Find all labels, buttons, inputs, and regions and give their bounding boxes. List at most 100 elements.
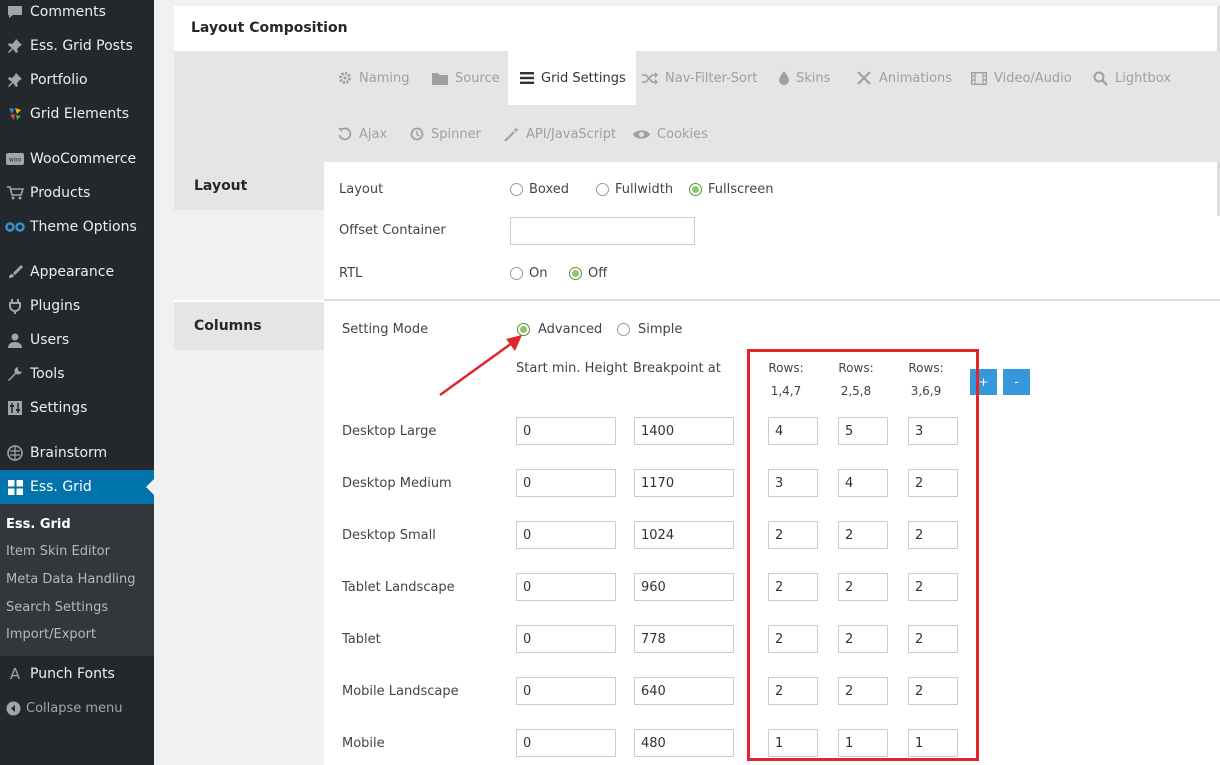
rows-2-5-8-input[interactable] [838,417,888,445]
radio-fullwidth[interactable]: Fullwidth [596,182,673,197]
menu-tools[interactable]: Tools [0,357,154,391]
search-icon [1093,71,1108,86]
min-height-input[interactable] [516,729,616,757]
menu-grid-elements[interactable]: Grid Elements [0,97,154,131]
tab-label: Spinner [431,126,481,142]
radio-circle[interactable] [569,267,582,280]
tab-skins[interactable]: Skins [779,51,830,105]
radio-label: Advanced [538,322,603,337]
tab-nav-filter-sort[interactable]: Nav-Filter-Sort [642,51,757,105]
rows-1-4-7-input[interactable] [768,469,818,497]
rows-1-4-7-input[interactable] [768,677,818,705]
radio-fullscreen[interactable]: Fullscreen [689,182,773,197]
breakpoint-input[interactable] [634,625,734,653]
menu-plugins[interactable]: Plugins [0,289,154,323]
submenu-item-skin-editor[interactable]: Item Skin Editor [6,544,110,559]
font-icon: A [9,665,21,683]
rows-2-5-8-input[interactable] [838,729,888,757]
tab-naming[interactable]: Naming [338,51,409,105]
menu-portfolio[interactable]: Portfolio [0,63,154,97]
tab-video-audio[interactable]: Video/Audio [971,51,1072,105]
rows-1-4-7-input[interactable] [768,521,818,549]
submenu-search-settings[interactable]: Search Settings [6,600,108,615]
tab-lightbox[interactable]: Lightbox [1093,51,1171,105]
rows-3-6-9-input[interactable] [908,729,958,757]
radio-circle[interactable] [617,323,630,336]
rows-1-4-7-input[interactable] [768,417,818,445]
min-height-input[interactable] [516,573,616,601]
tab-grid-settings[interactable]: Grid Settings [508,51,636,105]
rows-1-4-7-input[interactable] [768,729,818,757]
radio-circle[interactable] [510,267,523,280]
tab-cookies[interactable]: Cookies [633,107,708,161]
radio-circle[interactable] [596,183,609,196]
menu-label: Brainstorm [30,445,108,461]
tab-animations[interactable]: Animations [856,51,952,105]
menu-label: Ess. Grid Posts [30,38,133,54]
rows-2-5-8-input[interactable] [838,521,888,549]
radio-rtl-on[interactable]: On [510,266,547,281]
breakpoint-input[interactable] [634,677,734,705]
collapse-menu[interactable]: Collapse menu [0,697,123,719]
tab-api-javascript[interactable]: API/JavaScript [504,107,616,161]
magic-wand-icon [504,126,519,142]
radio-circle[interactable] [510,183,523,196]
rows-2-5-8-input[interactable] [838,625,888,653]
tab-ajax[interactable]: Ajax [338,107,387,161]
radio-simple[interactable]: Simple [617,322,682,337]
rows-3-6-9-input[interactable] [908,677,958,705]
min-height-input[interactable] [516,521,616,549]
breakpoint-input[interactable] [634,573,734,601]
wrench-icon [0,366,30,382]
radio-rtl-off[interactable]: Off [569,266,607,281]
breakpoint-input[interactable] [634,417,734,445]
submenu-ess-grid[interactable]: Ess. Grid [6,517,71,532]
menu-label: Settings [30,400,88,416]
min-height-input[interactable] [516,417,616,445]
rows-3-6-9-input[interactable] [908,521,958,549]
rows-3-6-9-input[interactable] [908,469,958,497]
offset-container-input[interactable] [510,217,695,245]
menu-settings[interactable]: Settings [0,391,154,425]
radio-advanced[interactable]: Advanced [517,322,602,337]
remove-row-button[interactable]: - [1003,369,1030,395]
menu-woocommerce[interactable]: woo WooCommerce [0,142,154,176]
rows-2-5-8-input[interactable] [838,573,888,601]
breakpoint-input[interactable] [634,469,734,497]
menu-brainstorm[interactable]: Brainstorm [0,436,154,470]
submenu-meta-data-handling[interactable]: Meta Data Handling [6,572,136,587]
device-label: Mobile [342,736,385,751]
rows-1-4-7-input[interactable] [768,573,818,601]
film-icon [971,71,987,85]
min-height-input[interactable] [516,625,616,653]
menu-products[interactable]: Products [0,176,154,210]
menu-ess-grid-posts[interactable]: Ess. Grid Posts [0,29,154,63]
tab-label: Skins [796,70,831,86]
radio-boxed[interactable]: Boxed [510,182,569,197]
radio-label: Fullscreen [708,182,774,197]
setting-mode-label: Setting Mode [342,322,429,337]
submenu-import-export[interactable]: Import/Export [6,627,96,642]
menu-lines-icon [520,72,534,84]
breakpoint-input[interactable] [634,521,734,549]
menu-theme-options[interactable]: Theme Options [0,210,154,244]
rows-2-5-8-input[interactable] [838,677,888,705]
menu-appearance[interactable]: Appearance [0,255,154,289]
menu-ess-grid[interactable]: Ess. Grid [0,470,154,504]
layout-section-label: Layout [174,162,324,210]
rows-1-4-7-input[interactable] [768,625,818,653]
rows-3-6-9-input[interactable] [908,417,958,445]
breakpoint-input[interactable] [634,729,734,757]
menu-users[interactable]: Users [0,323,154,357]
min-height-input[interactable] [516,677,616,705]
min-height-input[interactable] [516,469,616,497]
menu-punch-fonts[interactable]: A Punch Fonts [0,657,154,691]
rows-2-5-8-input[interactable] [838,469,888,497]
rows-3-6-9-input[interactable] [908,625,958,653]
tab-spinner[interactable]: Spinner [410,107,481,161]
rows-3-6-9-input[interactable] [908,573,958,601]
tab-source[interactable]: Source [432,51,500,105]
menu-comments[interactable]: Comments [0,0,154,29]
radio-circle[interactable] [689,183,702,196]
history-icon [410,127,424,141]
